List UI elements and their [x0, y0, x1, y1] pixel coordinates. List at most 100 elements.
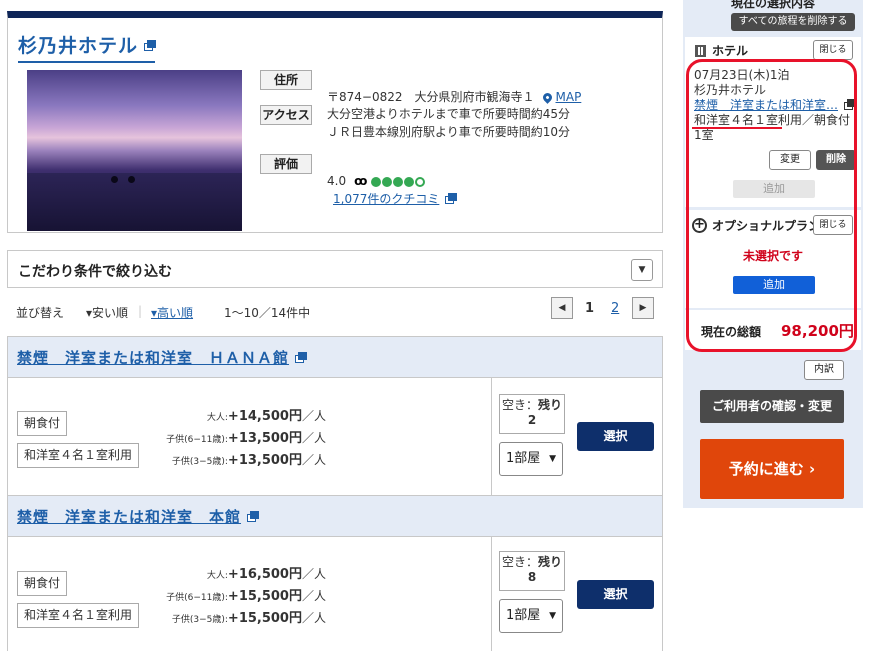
hotel-card: 杉乃井ホテル 住所 〒874−0822 大分県別府市観海寺１ MAP アクセス 大… — [7, 11, 663, 233]
hotel-title[interactable]: 杉乃井ホテル — [18, 31, 157, 63]
page-2-link[interactable]: 2 — [611, 301, 619, 316]
hotel-name[interactable]: 杉乃井ホテル — [18, 31, 138, 58]
price-value: +16,500円 — [227, 567, 302, 582]
next-page-button[interactable]: ▶ — [632, 297, 654, 319]
map-link[interactable]: MAP — [556, 90, 582, 104]
rating-dot — [371, 176, 382, 187]
external-window-icon[interactable] — [445, 193, 458, 204]
sort-divider: | — [138, 304, 143, 318]
address-value: 〒874−0822 大分県別府市観海寺１ MAP — [327, 70, 581, 106]
plan-card: 禁煙 洋室または和洋室 ＨＡＮＡ館 朝食付 和洋室４名１室利用 大人:+14,5… — [7, 336, 663, 496]
chevron-down-icon[interactable]: ▼ — [631, 259, 653, 281]
optional-add-button[interactable]: 追加 — [733, 276, 815, 294]
plan-title-link[interactable]: 禁煙 洋室または和洋室 ＨＡＮＡ館 — [17, 347, 289, 368]
room-count: 1室 — [694, 128, 714, 142]
avail-prefix: 残り — [538, 398, 563, 412]
external-window-icon[interactable] — [295, 352, 308, 363]
divider — [491, 537, 492, 651]
breakdown-button[interactable]: 内訳 — [804, 360, 844, 380]
access-value: 大分空港よりホテルまで車で所要時間約45分 ＪＲ日豊本線別府駅より車で所要時間約… — [327, 107, 571, 139]
per-person: ／人 — [301, 409, 326, 423]
room-count-value: 1部屋 — [506, 608, 541, 623]
stay-dates: 07月23日(木)1泊 — [694, 68, 790, 82]
room-type-tag: 和洋室４名１室利用 — [17, 443, 140, 468]
plan-detail: 和洋室４名１室利用／朝食付 — [694, 113, 851, 127]
room-type-tag: 和洋室４名１室利用 — [17, 603, 140, 628]
confirm-users-button[interactable]: ご利用者の確認・変更 — [700, 390, 844, 423]
hotel-close-button[interactable]: 閉じる — [813, 40, 853, 60]
per-person: ／人 — [301, 611, 326, 625]
underline-annotation — [692, 127, 782, 129]
filter-title: こだわり条件で絞り込む — [18, 264, 172, 280]
selected-plan-line: 禁煙 洋室または和洋室… — [694, 98, 857, 113]
result-count: 1〜10／14件中 — [224, 306, 311, 320]
child-6-11-price: 子供(6−11歳):+13,500円／人 — [166, 427, 326, 446]
price-value: +15,500円 — [227, 589, 302, 604]
per-person: ／人 — [301, 431, 326, 445]
filter-bar[interactable]: こだわり条件で絞り込む ▼ — [7, 250, 663, 288]
availability-box: 空き：残り 8 — [499, 551, 565, 591]
plan-header: 禁煙 洋室または和洋室 ＨＡＮＡ館 — [8, 337, 662, 378]
optional-section-label: オプショナルプラン — [712, 219, 821, 233]
proceed-reservation-button[interactable]: 予約に進む › — [700, 439, 844, 499]
tripadvisor-owl-icon: ꝏ — [354, 174, 368, 188]
rating-dot — [404, 176, 415, 187]
price-value: +13,500円 — [227, 431, 302, 446]
sort-label: 並び替え — [16, 306, 65, 320]
address-row: 住所 〒874−0822 大分県別府市観海寺１ MAP — [260, 70, 581, 106]
price-label: 子供(6−11歳): — [166, 593, 228, 603]
total-panel: 現在の総額 98,200円 — [685, 310, 861, 350]
per-person: ／人 — [301, 567, 326, 581]
price-value: +13,500円 — [227, 453, 302, 468]
hotel-section-title: ホテル — [695, 42, 748, 59]
child-3-5-price: 子供(3−5歳):+13,500円／人 — [172, 449, 326, 468]
rating-dot — [393, 176, 404, 187]
price-value: +15,500円 — [227, 611, 302, 626]
price-value: +14,500円 — [227, 409, 302, 424]
select-plan-button[interactable]: 選択 — [577, 580, 654, 609]
clear-all-button[interactable]: すべての旅程を削除する — [731, 13, 855, 31]
price-label: 大人: — [206, 571, 228, 581]
optional-close-button[interactable]: 閉じる — [813, 215, 853, 235]
unselected-text: 未選択です — [742, 249, 803, 263]
plan-title-link[interactable]: 禁煙 洋室または和洋室 本館 — [17, 506, 241, 527]
external-window-icon[interactable] — [247, 511, 260, 522]
external-window-icon[interactable] — [144, 39, 157, 51]
child-3-5-price: 子供(3−5歳):+15,500円／人 — [172, 607, 326, 626]
plan-body: 朝食付 和洋室４名１室利用 大人:+16,500円／人 子供(6−11歳):+1… — [8, 537, 662, 651]
delete-button[interactable]: 削除 — [816, 150, 856, 170]
reviews-link[interactable]: 1,077件のクチコミ — [333, 192, 439, 206]
rating-row: 評価 4.0 ꝏ 1,077件のクチコミ — [260, 154, 458, 208]
avail-label: 空き： — [501, 555, 538, 569]
sort-highest[interactable]: ▾高い順 — [151, 304, 193, 321]
change-button[interactable]: 変更 — [769, 150, 811, 170]
room-count-select[interactable]: 1部屋 ▼ — [499, 442, 563, 476]
prev-page-button[interactable]: ◀ — [551, 297, 573, 319]
rating-dot — [382, 176, 393, 187]
selected-hotel-name: 杉乃井ホテル — [694, 83, 767, 97]
avail-count: 8 — [527, 570, 537, 584]
building-icon — [695, 44, 706, 57]
hotel-add-button[interactable]: 追加 — [733, 180, 815, 198]
plan-card: 禁煙 洋室または和洋室 本館 朝食付 和洋室４名１室利用 大人:+16,500円… — [7, 495, 663, 651]
guest-silhouette — [111, 176, 118, 183]
map-pin-icon[interactable] — [540, 91, 554, 104]
page-1: 1 — [585, 301, 595, 316]
price-label: 子供(6−11歳): — [166, 435, 228, 445]
rating-dots — [371, 174, 426, 188]
optional-section-title: + オプショナルプラン — [692, 217, 820, 234]
selected-plan-link[interactable]: 禁煙 洋室または和洋室… — [694, 98, 838, 112]
rating-value: 4.0 ꝏ 1,077件のクチコミ — [327, 154, 458, 208]
availability-box: 空き：残り 2 — [499, 394, 565, 434]
total-label: 現在の総額 — [701, 325, 762, 339]
address-label: 住所 — [260, 70, 312, 90]
avail-count: 2 — [527, 413, 537, 427]
adult-price: 大人:+14,500円／人 — [207, 405, 326, 424]
rating-label: 評価 — [260, 154, 312, 174]
avail-label: 空き： — [501, 398, 538, 412]
room-count-select[interactable]: 1部屋 ▼ — [499, 599, 563, 633]
hotel-photo[interactable] — [27, 70, 242, 231]
sort-cheapest[interactable]: ▾安い順 — [86, 304, 128, 321]
external-window-icon[interactable] — [844, 99, 857, 110]
select-plan-button[interactable]: 選択 — [577, 422, 654, 451]
